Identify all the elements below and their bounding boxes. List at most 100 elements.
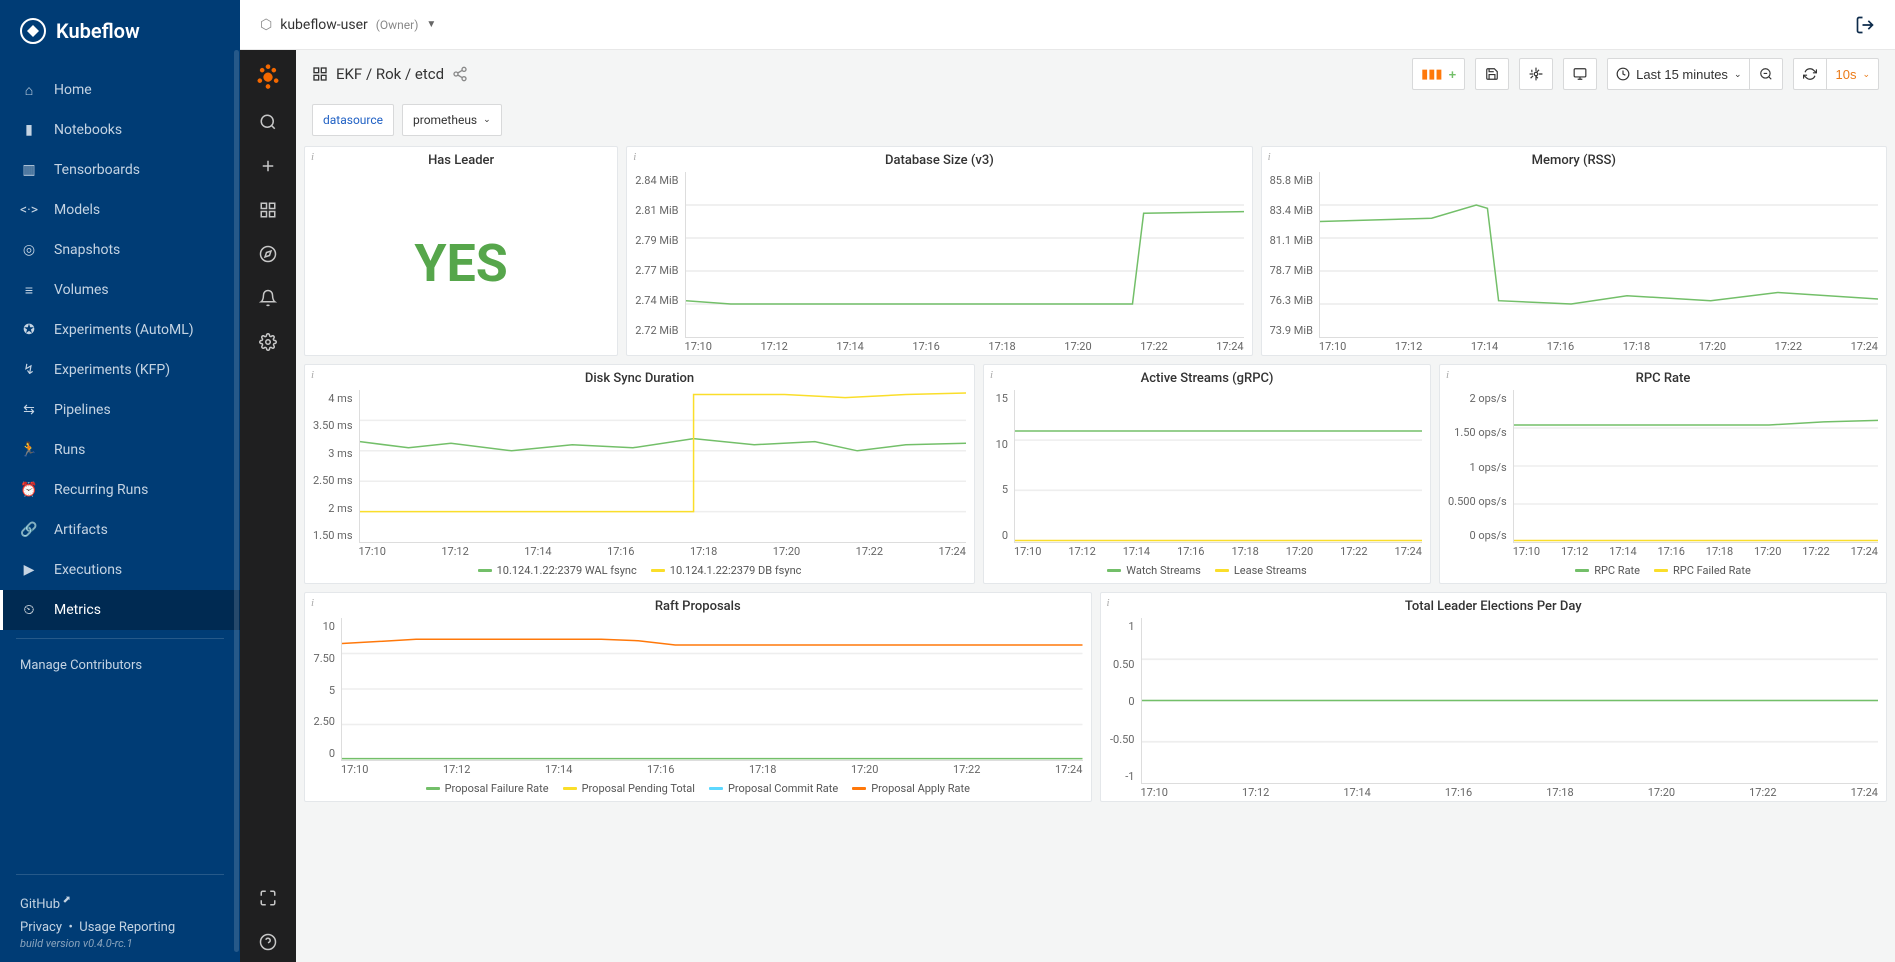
legend-item[interactable]: 10.124.1.22:2379 DB fsync <box>651 564 802 577</box>
plot-area[interactable] <box>685 172 1244 338</box>
grafana-create-icon[interactable] <box>248 146 288 186</box>
share-icon[interactable] <box>452 66 468 82</box>
panel-title: Database Size (v3) <box>627 147 1251 172</box>
panel-database-size[interactable]: i Database Size (v3) 2.84 MiB2.81 MiB2.7… <box>626 146 1252 356</box>
legend-item[interactable]: 10.124.1.22:2379 WAL fsync <box>478 564 637 577</box>
monitor-icon <box>1573 67 1587 81</box>
time-range-button[interactable]: Last 15 minutes⌄ <box>1607 58 1750 90</box>
grafana-explore-icon[interactable] <box>248 234 288 274</box>
info-icon[interactable]: i <box>633 151 636 163</box>
sidebar-scrollbar[interactable] <box>234 50 239 952</box>
info-icon[interactable]: i <box>990 369 993 381</box>
grafana-alerting-icon[interactable] <box>248 278 288 318</box>
save-button[interactable] <box>1475 58 1509 90</box>
nav-manage-contributors[interactable]: Manage Contributors <box>0 647 240 684</box>
plot-area[interactable] <box>1014 390 1422 543</box>
info-icon[interactable]: i <box>311 597 314 609</box>
nav-tensorboards[interactable]: ▥Tensorboards <box>0 150 240 190</box>
grafana-config-icon[interactable] <box>248 322 288 362</box>
grid-icon <box>312 66 328 82</box>
grafana-profile-icon[interactable] <box>248 878 288 918</box>
info-icon[interactable]: i <box>311 369 314 381</box>
grafana-help-icon[interactable] <box>248 922 288 962</box>
info-icon[interactable]: i <box>1107 597 1110 609</box>
nav-artifacts[interactable]: 🔗Artifacts <box>0 510 240 550</box>
logout-icon[interactable] <box>1855 15 1875 35</box>
legend: 10.124.1.22:2379 WAL fsync 10.124.1.22:2… <box>305 560 974 583</box>
privacy-link[interactable]: Privacy <box>20 920 62 935</box>
panel-rpc-rate[interactable]: i RPC Rate 2 ops/s1.50 ops/s1 ops/s0.500… <box>1439 364 1887 584</box>
dashboard-settings-button[interactable] <box>1519 58 1553 90</box>
var-datasource-select[interactable]: prometheus⌄ <box>402 104 502 136</box>
tv-mode-button[interactable] <box>1563 58 1597 90</box>
legend: RPC Rate RPC Failed Rate <box>1440 560 1886 583</box>
x-axis: 17:1017:1217:1417:1617:1817:2017:2217:24 <box>1014 543 1422 560</box>
link-icon: 🔗 <box>20 521 38 539</box>
panel-raft-proposals[interactable]: i Raft Proposals 107.5052.500 <box>304 592 1092 802</box>
panel-disk-sync[interactable]: i Disk Sync Duration 4 ms3.50 ms3 ms2.50… <box>304 364 975 584</box>
plot-area[interactable] <box>1141 618 1879 784</box>
y-axis: 151050 <box>984 390 1014 560</box>
chevron-down-icon: ⌄ <box>483 115 491 125</box>
kubeflow-logo[interactable]: Kubeflow <box>0 0 240 62</box>
legend-item[interactable]: RPC Failed Rate <box>1654 564 1751 577</box>
nav-volumes[interactable]: ≡Volumes <box>0 270 240 310</box>
nav-home[interactable]: ⌂Home <box>0 70 240 110</box>
plot-area[interactable] <box>1513 390 1878 543</box>
nav-executions[interactable]: ▶Executions <box>0 550 240 590</box>
plot-area[interactable] <box>341 618 1083 761</box>
legend-item[interactable]: Proposal Commit Rate <box>709 782 838 795</box>
legend-swatch <box>1575 569 1589 572</box>
legend-item[interactable]: Proposal Apply Rate <box>852 782 970 795</box>
nav-recurring-runs[interactable]: ⏰Recurring Runs <box>0 470 240 510</box>
nav-models[interactable]: <·>Models <box>0 190 240 230</box>
grafana-dashboards-icon[interactable] <box>248 190 288 230</box>
info-icon[interactable]: i <box>1268 151 1271 163</box>
nav-label: Experiments (KFP) <box>54 362 170 378</box>
nav-pipelines[interactable]: ⇆Pipelines <box>0 390 240 430</box>
kubeflow-logo-icon <box>20 18 46 44</box>
nav-runs[interactable]: 🏃Runs <box>0 430 240 470</box>
panel-has-leader[interactable]: i Has Leader YES <box>304 146 618 356</box>
legend-swatch <box>1215 569 1229 572</box>
refresh-button[interactable] <box>1793 58 1827 90</box>
y-axis: 107.5052.500 <box>305 618 341 778</box>
nav-label: Runs <box>54 442 85 458</box>
nav-notebooks[interactable]: ▮Notebooks <box>0 110 240 150</box>
external-icon: ⬈ <box>60 895 71 906</box>
nav-label: Notebooks <box>54 122 122 138</box>
y-axis: 4 ms3.50 ms3 ms2.50 ms2 ms1.50 ms <box>305 390 359 560</box>
usage-reporting-link[interactable]: Usage Reporting <box>79 920 175 935</box>
legend-item[interactable]: Proposal Pending Total <box>563 782 695 795</box>
legend-item[interactable]: Proposal Failure Rate <box>426 782 549 795</box>
nav-snapshots[interactable]: ◎Snapshots <box>0 230 240 270</box>
legend-item[interactable]: RPC Rate <box>1575 564 1640 577</box>
info-icon[interactable]: i <box>1446 369 1449 381</box>
legend-item[interactable]: Watch Streams <box>1107 564 1201 577</box>
dashboard-breadcrumb[interactable]: EKF / Rok / etcd <box>312 65 468 83</box>
grafana-logo-icon[interactable] <box>254 62 282 90</box>
refresh-interval-button[interactable]: 10s⌄ <box>1826 58 1879 90</box>
grafana-search-icon[interactable] <box>248 102 288 142</box>
y-axis: 85.8 MiB83.4 MiB81.1 MiB78.7 MiB76.3 MiB… <box>1262 172 1319 355</box>
plot-area[interactable] <box>1319 172 1878 338</box>
github-link[interactable]: GitHub ⬈ <box>20 897 71 912</box>
panel-active-streams[interactable]: i Active Streams (gRPC) 151050 <box>983 364 1431 584</box>
flow-icon: ⇆ <box>20 401 38 419</box>
panel-title: Has Leader <box>305 147 617 172</box>
legend-swatch <box>651 569 665 572</box>
cube-icon: ⬡ <box>260 17 272 33</box>
info-icon[interactable]: i <box>311 151 314 163</box>
panel-leader-elections[interactable]: i Total Leader Elections Per Day 10.500-… <box>1100 592 1888 802</box>
panel-memory-rss[interactable]: i Memory (RSS) 85.8 MiB83.4 MiB81.1 MiB7… <box>1261 146 1887 356</box>
zoom-out-button[interactable] <box>1749 58 1783 90</box>
namespace-selector[interactable]: ⬡ kubeflow-user (Owner) ▼ <box>260 17 436 33</box>
add-panel-button[interactable]: ▮▮▮+ <box>1412 58 1465 90</box>
zoom-out-icon <box>1759 67 1773 81</box>
plot-area[interactable] <box>359 390 967 543</box>
nav-experiments-automl[interactable]: ✪Experiments (AutoML) <box>0 310 240 350</box>
nav-experiments-kfp[interactable]: ↯Experiments (KFP) <box>0 350 240 390</box>
nav-metrics[interactable]: ⏲Metrics <box>0 590 240 630</box>
legend-swatch <box>709 787 723 790</box>
legend-item[interactable]: Lease Streams <box>1215 564 1307 577</box>
